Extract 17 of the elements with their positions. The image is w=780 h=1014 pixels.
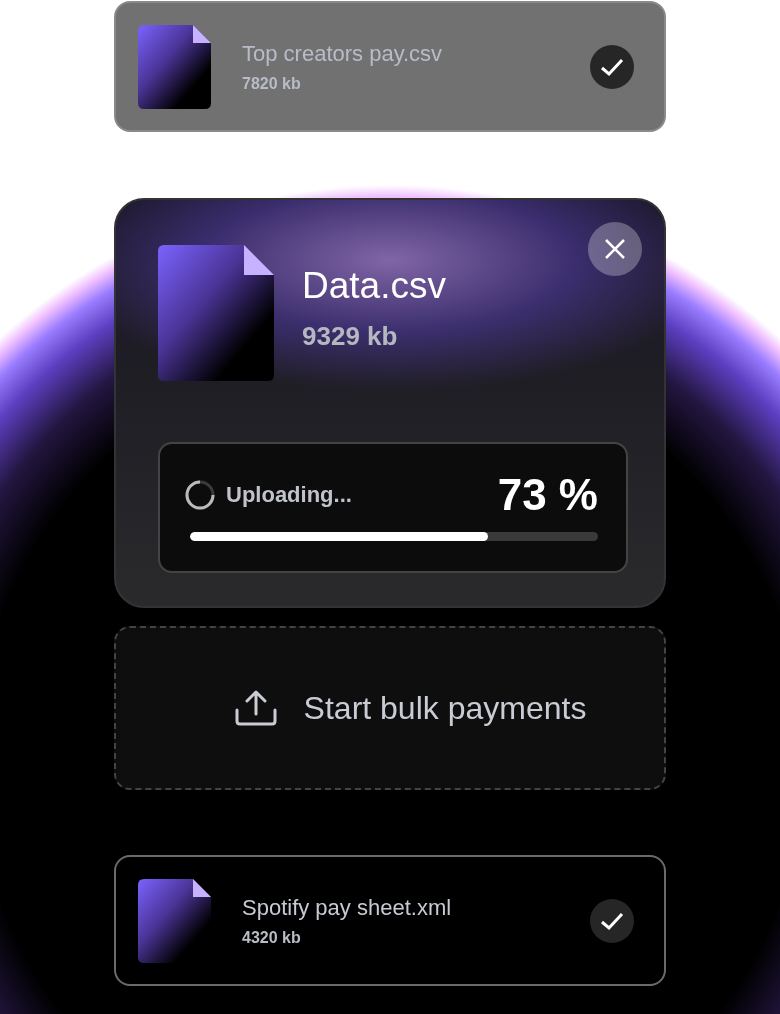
file-icon bbox=[158, 245, 274, 381]
file-name: Top creators pay.csv bbox=[242, 40, 444, 67]
file-size: 4320 kb bbox=[242, 928, 302, 947]
upload-status: Uploading... bbox=[226, 482, 353, 508]
file-size: 9329 kb bbox=[302, 320, 399, 352]
file-name: Spotify pay sheet.xml bbox=[242, 894, 453, 921]
upload-percent: 73 % bbox=[497, 470, 598, 520]
file-icon bbox=[138, 878, 211, 963]
file-size: 7820 kb bbox=[242, 74, 302, 93]
file-icon bbox=[138, 24, 211, 109]
close-icon bbox=[604, 238, 626, 260]
drop-zone-label: Start bulk payments bbox=[303, 689, 587, 727]
file-name: Data.csv bbox=[302, 264, 446, 307]
spinner-icon bbox=[184, 479, 216, 511]
close-button[interactable] bbox=[588, 222, 642, 276]
upload-icon bbox=[233, 690, 278, 726]
drop-zone[interactable]: Start bulk payments bbox=[114, 626, 666, 790]
